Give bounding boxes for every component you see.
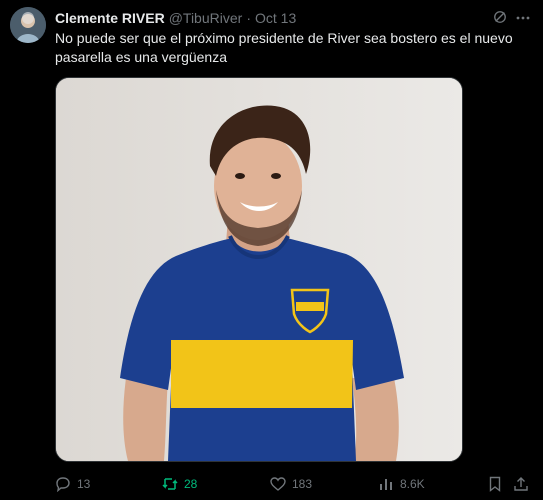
repost-count: 28 <box>184 477 198 491</box>
share-icon <box>514 477 528 491</box>
separator-dot: · <box>246 10 251 26</box>
views-button[interactable]: 8.6K <box>378 474 425 494</box>
tweet-header: Clemente RIVER @TibuRiver · Oct 13 <box>55 9 533 27</box>
reply-button[interactable]: 13 <box>55 474 90 494</box>
reply-count: 13 <box>77 477 91 491</box>
repost-button[interactable]: 28 <box>162 474 197 494</box>
grok-icon[interactable] <box>493 10 507 24</box>
author-name[interactable]: Clemente RIVER <box>55 10 165 26</box>
bookmark-icon <box>489 476 501 492</box>
like-count: 183 <box>292 477 313 491</box>
tweet-image[interactable] <box>55 77 463 462</box>
bookmark-button[interactable] <box>487 474 509 494</box>
reply-icon <box>56 477 70 492</box>
like-button[interactable]: 183 <box>270 474 312 494</box>
share-button[interactable] <box>513 474 535 494</box>
tweet-text: No puede ser que el próximo presidente d… <box>55 30 513 65</box>
tweet-date[interactable]: Oct 13 <box>255 10 296 26</box>
more-options-icon[interactable] <box>515 10 531 26</box>
author-handle[interactable]: @TibuRiver <box>169 10 243 26</box>
heart-icon <box>270 477 286 491</box>
repost-icon <box>162 478 178 490</box>
tweet-card[interactable]: Clemente RIVER @TibuRiver · Oct 13 No pu… <box>0 0 543 500</box>
views-icon <box>380 479 392 490</box>
tweet-actions: 13 28 183 8.6K <box>55 474 533 494</box>
author-avatar[interactable] <box>10 7 46 43</box>
views-count: 8.6K <box>400 477 425 491</box>
